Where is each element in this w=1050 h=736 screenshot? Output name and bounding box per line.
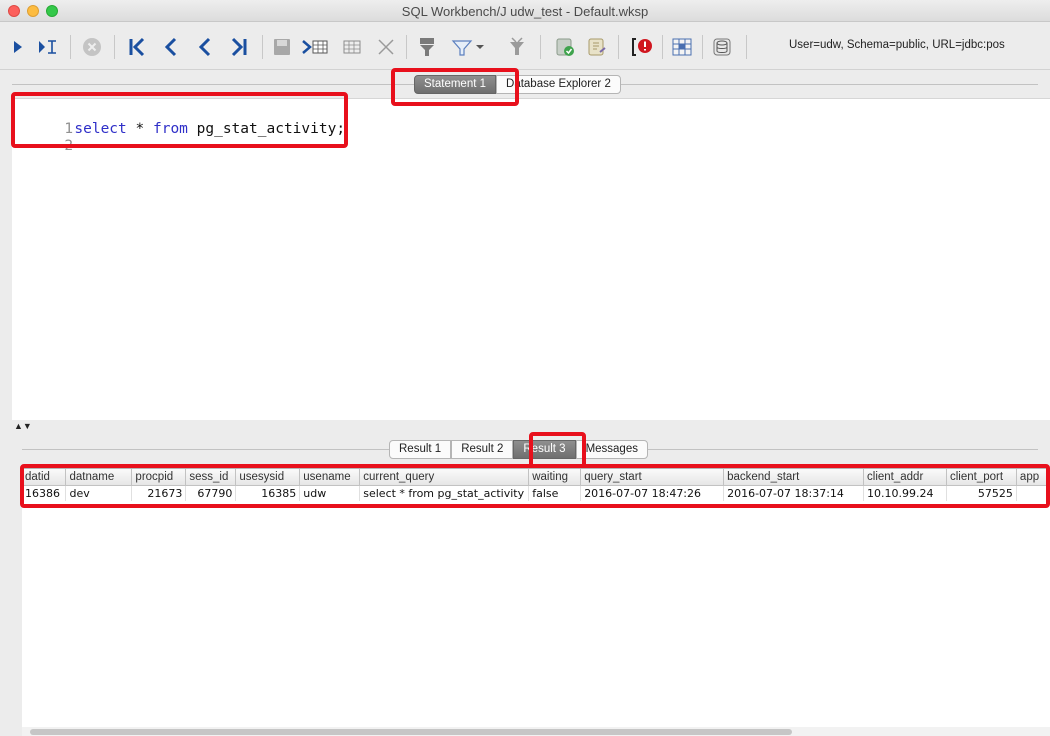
column-header-backend-start[interactable]: backend_start xyxy=(723,469,865,486)
last-record-icon[interactable] xyxy=(226,34,252,60)
table-name: pg_stat_activity; xyxy=(196,121,346,137)
column-header-datname[interactable]: datname xyxy=(65,469,133,486)
column-header-datid[interactable]: datid xyxy=(22,469,67,486)
results-grid[interactable]: datid datname procpid sess_id usesysid u… xyxy=(22,468,1050,736)
commit-icon[interactable] xyxy=(552,34,578,60)
previous-icon[interactable] xyxy=(160,34,182,60)
table-icon[interactable] xyxy=(668,34,696,60)
table-row[interactable]: 16386 dev 21673 67790 16385 udw select *… xyxy=(22,485,1050,501)
toolbar: User=udw, Schema=public, URL=jdbc:pos xyxy=(0,22,1050,70)
previous-record-icon[interactable] xyxy=(194,34,216,60)
insert-row-icon[interactable] xyxy=(300,34,330,60)
cell-datname[interactable]: dev xyxy=(65,485,133,501)
stop-icon[interactable] xyxy=(80,34,104,60)
tab-result-3[interactable]: Result 3 xyxy=(513,440,576,459)
column-header-usename[interactable]: usename xyxy=(299,469,361,486)
horizontal-scrollbar[interactable] xyxy=(22,727,1050,736)
tab-database-explorer-2[interactable]: Database Explorer 2 xyxy=(496,75,621,94)
save-icon[interactable] xyxy=(270,34,294,60)
column-header-query-start[interactable]: query_start xyxy=(580,469,725,486)
tab-messages[interactable]: Messages xyxy=(575,440,648,459)
delete-row-icon[interactable] xyxy=(374,34,398,60)
rollback-icon[interactable] xyxy=(584,34,610,60)
column-header-client-port[interactable]: client_port xyxy=(946,469,1017,486)
cell-datid[interactable]: 16386 xyxy=(22,485,67,501)
column-header-client-addr[interactable]: client_addr xyxy=(863,469,947,486)
cell-query-start[interactable]: 2016-07-07 18:47:26 xyxy=(580,485,725,501)
column-header-app[interactable]: app xyxy=(1016,469,1050,486)
cell-waiting[interactable]: false xyxy=(528,485,582,501)
title-bar: SQL Workbench/J udw_test - Default.wksp xyxy=(0,0,1050,22)
sql-editor[interactable]: 1select * from pg_stat_activity; 2 xyxy=(12,98,1050,420)
database-icon[interactable] xyxy=(708,34,736,60)
result-tab-strip: Result 1 Result 2 Result 3 Messages xyxy=(0,438,1050,462)
column-header-current-query[interactable]: current_query xyxy=(359,469,530,486)
cell-app[interactable] xyxy=(1016,485,1050,501)
cell-usesysid[interactable]: 16385 xyxy=(235,485,301,501)
results-table: datid datname procpid sess_id usesysid u… xyxy=(22,469,1050,501)
split-pane-divider[interactable] xyxy=(12,420,1050,438)
keyword-from: from xyxy=(152,121,188,137)
editor-line-2[interactable]: 2 xyxy=(12,122,74,170)
scrollbar-thumb[interactable] xyxy=(30,729,792,735)
tab-result-2[interactable]: Result 2 xyxy=(451,440,514,459)
execute-current-icon[interactable] xyxy=(36,34,60,60)
cell-procpid[interactable]: 21673 xyxy=(131,485,187,501)
cell-client-port[interactable]: 57525 xyxy=(946,485,1017,501)
clear-filter-icon[interactable] xyxy=(504,34,530,60)
window-title: SQL Workbench/J udw_test - Default.wksp xyxy=(401,4,649,19)
column-header-usesysid[interactable]: usesysid xyxy=(235,469,301,486)
tab-statement-1[interactable]: Statement 1 xyxy=(414,75,497,94)
column-header-waiting[interactable]: waiting xyxy=(528,469,582,486)
expand-collapse-arrows-icon[interactable]: ▲▼ xyxy=(14,422,32,431)
cell-client-addr[interactable]: 10.10.99.24 xyxy=(863,485,947,501)
keyword-select: select xyxy=(74,121,127,137)
header-row: datid datname procpid sess_id usesysid u… xyxy=(22,469,1050,486)
filter-dropdown-icon[interactable] xyxy=(448,34,488,60)
error-icon[interactable] xyxy=(628,34,656,60)
editor-tab-strip: Statement 1 Database Explorer 2 xyxy=(0,70,1050,98)
app-window: SQL Workbench/J udw_test - Default.wksp xyxy=(0,0,1050,736)
tab-result-1[interactable]: Result 1 xyxy=(389,440,452,459)
cell-current-query[interactable]: select * from pg_stat_activity xyxy=(359,485,530,501)
execute-icon[interactable] xyxy=(10,34,26,60)
cell-usename[interactable]: udw xyxy=(299,485,361,501)
column-header-sess-id[interactable]: sess_id xyxy=(185,469,237,486)
select-star: * xyxy=(135,121,145,137)
column-header-procpid[interactable]: procpid xyxy=(131,469,187,486)
line-number: 2 xyxy=(64,138,74,154)
first-record-icon[interactable] xyxy=(124,34,150,60)
filter-icon[interactable] xyxy=(414,34,440,60)
copy-row-icon[interactable] xyxy=(340,34,366,60)
cell-backend-start[interactable]: 2016-07-07 18:37:14 xyxy=(723,485,865,501)
connection-info: User=udw, Schema=public, URL=jdbc:pos xyxy=(789,39,1005,51)
cell-sess-id[interactable]: 67790 xyxy=(185,485,237,501)
